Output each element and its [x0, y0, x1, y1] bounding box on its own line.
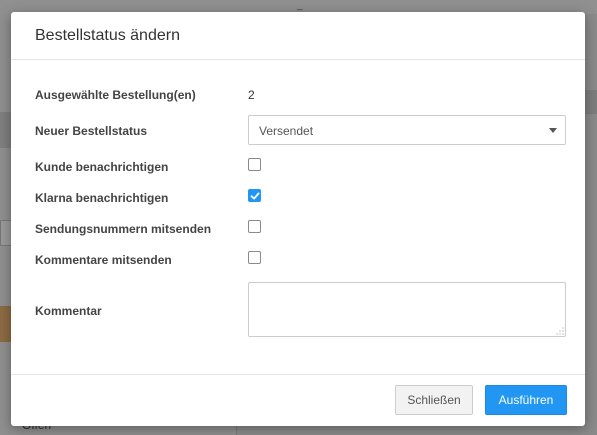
selected-orders-label: Ausgewählte Bestellung(en) [35, 88, 196, 102]
new-status-select[interactable]: Versendet [248, 115, 566, 145]
comment-textarea[interactable] [248, 282, 566, 337]
send-tracking-checkbox[interactable] [248, 220, 261, 233]
background-right-panel [584, 14, 597, 435]
selected-orders-value: 2 [248, 88, 255, 102]
send-tracking-label: Sendungsnummern mitsenden [35, 222, 212, 236]
change-order-status-dialog: Bestellstatus ändern Ausgewählte Bestell… [11, 12, 585, 426]
dialog-footer: Schließen Ausführen [11, 374, 585, 426]
resize-handle-icon[interactable] [556, 327, 564, 335]
dialog-title: Bestellstatus ändern [35, 26, 180, 44]
background-top-mark: _ [297, 0, 303, 11]
caret-down-icon [549, 128, 557, 133]
notify-customer-label: Kunde benachrichtigen [35, 160, 169, 174]
close-button[interactable]: Schließen [395, 385, 473, 415]
dialog-body: Ausgewählte Bestellung(en) 2 Neuer Beste… [11, 60, 585, 374]
notify-klarna-label: Klarna benachrichtigen [35, 191, 169, 205]
background-right-row [584, 90, 597, 114]
send-comments-label: Kommentare mitsenden [35, 253, 172, 267]
new-status-label: Neuer Bestellstatus [35, 124, 148, 138]
run-button[interactable]: Ausführen [485, 385, 567, 415]
send-comments-checkbox[interactable] [248, 251, 261, 264]
checkmark-icon [250, 192, 260, 200]
comment-label: Kommentar [35, 304, 102, 318]
notify-customer-checkbox[interactable] [248, 158, 261, 171]
dialog-header: Bestellstatus ändern [11, 12, 585, 60]
notify-klarna-checkbox[interactable] [248, 189, 261, 202]
new-status-selected-value: Versendet [259, 124, 314, 138]
